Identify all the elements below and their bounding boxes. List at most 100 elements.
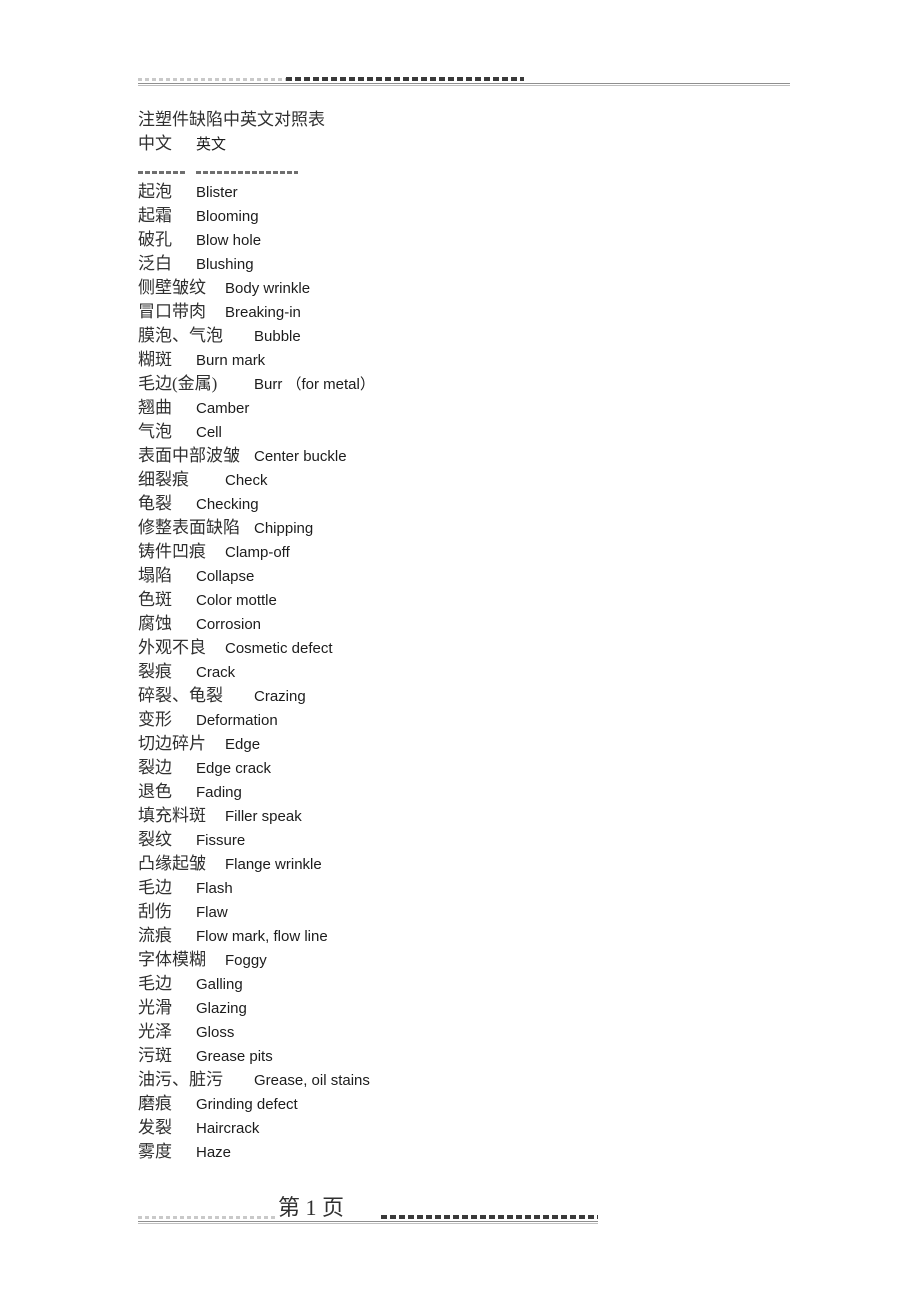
term-row: 流痕 Flow mark, flow line [138,924,838,948]
term-chinese: 气泡 [138,422,172,441]
term-english: Grease pits [196,1048,273,1065]
term-english: Burn mark [196,352,266,369]
term-english: Clamp-off [225,544,290,561]
term-chinese: 表面中部波皱 [138,446,240,465]
term-english: Blooming [196,208,259,225]
term-chinese: 膜泡、气泡 [138,326,223,345]
term-chinese: 填充料斑 [138,806,206,825]
term-chinese: 起霜 [138,206,172,225]
term-chinese: 污斑 [138,1046,172,1065]
term-chinese: 毛边 [138,974,172,993]
separator-dashes-left [138,170,185,174]
term-english: Color mottle [196,592,277,609]
term-english: Breaking-in [225,304,301,321]
term-row: 表面中部波皱 Center buckle [138,444,838,468]
term-chinese: 流痕 [138,926,172,945]
term-english: Body wrinkle [225,280,311,297]
term-row: 侧壁皱纹 Body wrinkle [138,276,838,300]
term-chinese: 毛边(金属) [138,374,218,393]
term-chinese: 破孔 [138,230,172,249]
header-rule-dark-dashes [286,77,524,81]
term-english: Blushing [196,256,254,273]
term-english: Burr （for metal） [254,376,375,393]
term-row: 色斑 Color mottle [138,588,838,612]
term-row: 磨痕 Grinding defect [138,1092,838,1116]
term-row: 凸缘起皱 Flange wrinkle [138,852,838,876]
footer-rule-dark-dashes [381,1215,598,1219]
term-row: 光滑 Glazing [138,996,838,1020]
term-chinese: 修整表面缺陷 [138,518,240,537]
term-english: Camber [196,400,250,417]
term-row: 毛边(金属) Burr （for metal） [138,372,838,396]
term-english: Fading [196,784,242,801]
footer-rule-solid-line [138,1221,598,1222]
column-header-row: 中文 英文 [138,132,838,156]
separator-dashes-right [196,170,298,174]
term-chinese: 油污、脏污 [138,1070,223,1089]
term-chinese: 龟裂 [138,494,172,513]
term-row: 冒口带肉 Breaking-in [138,300,838,324]
term-row: 退色 Fading [138,780,838,804]
term-row: 毛边 Galling [138,972,838,996]
term-english: Flash [196,880,233,897]
term-row: 糊斑 Burn mark [138,348,838,372]
term-english: Corrosion [196,616,262,633]
term-chinese: 磨痕 [138,1094,172,1113]
term-english: Foggy [225,952,267,969]
term-chinese: 裂纹 [138,830,172,849]
term-english: Crazing [254,688,306,705]
term-row: 变形 Deformation [138,708,838,732]
term-row: 字体模糊 Foggy [138,948,838,972]
term-list: 起泡 Blister 起霜 Blooming 破孔 Blow hole 泛白 Blushing… [138,180,838,1164]
term-row: 细裂痕 Check [138,468,838,492]
term-chinese: 侧壁皱纹 [138,278,206,297]
term-row: 碎裂、龟裂 Crazing [138,684,838,708]
term-english: Haze [196,1144,232,1161]
term-english: Grinding defect [196,1096,298,1113]
term-chinese: 光滑 [138,998,172,1017]
term-row: 切边碎片 Edge [138,732,838,756]
term-row: 发裂 Haircrack [138,1116,838,1140]
term-english: Bubble [254,328,301,345]
term-chinese: 切边碎片 [138,734,206,753]
term-english: Deformation [196,712,278,729]
term-row: 修整表面缺陷 Chipping [138,516,838,540]
term-chinese: 翘曲 [138,398,172,417]
term-english: Flange wrinkle [225,856,322,873]
term-english: Blister [196,184,238,201]
term-english: Galling [196,976,243,993]
term-chinese: 泛白 [138,254,172,273]
term-chinese: 起泡 [138,182,172,201]
term-english: Collapse [196,568,255,585]
term-chinese: 碎裂、龟裂 [138,686,223,705]
header-rule-light-dashes [138,78,286,81]
page-footer: 第 1 页 [138,1192,798,1226]
page-number: 第 1 页 [278,1195,345,1220]
term-chinese: 外观不良 [138,638,206,657]
document-page: 注塑件缺陷中英文对照表 中文 英文 起泡 Blister 起霜 Blooming 破孔 Bl… [0,0,920,1302]
term-chinese: 凸缘起皱 [138,854,206,873]
term-english: Filler speak [225,808,302,825]
column-header-english: 英文 [196,136,227,153]
term-chinese: 雾度 [138,1142,172,1161]
term-english: Crack [196,664,236,681]
term-row: 裂边 Edge crack [138,756,838,780]
term-english: Check [225,472,268,489]
term-row: 腐蚀 Corrosion [138,612,838,636]
term-english: Chipping [254,520,314,537]
term-chinese: 刮伤 [138,902,172,921]
term-row: 塌陷 Collapse [138,564,838,588]
header-rule-solid-line [138,83,790,84]
term-english: Center buckle [254,448,347,465]
term-row: 油污、脏污 Grease, oil stains [138,1068,838,1092]
term-row: 外观不良 Cosmetic defect [138,636,838,660]
term-chinese: 塌陷 [138,566,172,585]
term-chinese: 铸件凹痕 [138,542,206,561]
term-chinese: 冒口带肉 [138,302,206,321]
footer-rule-light-dashes [138,1216,278,1219]
term-row: 起泡 Blister [138,180,838,204]
term-english: Flaw [196,904,228,921]
term-row: 泛白 Blushing [138,252,838,276]
term-english: Fissure [196,832,246,849]
term-row: 毛边 Flash [138,876,838,900]
